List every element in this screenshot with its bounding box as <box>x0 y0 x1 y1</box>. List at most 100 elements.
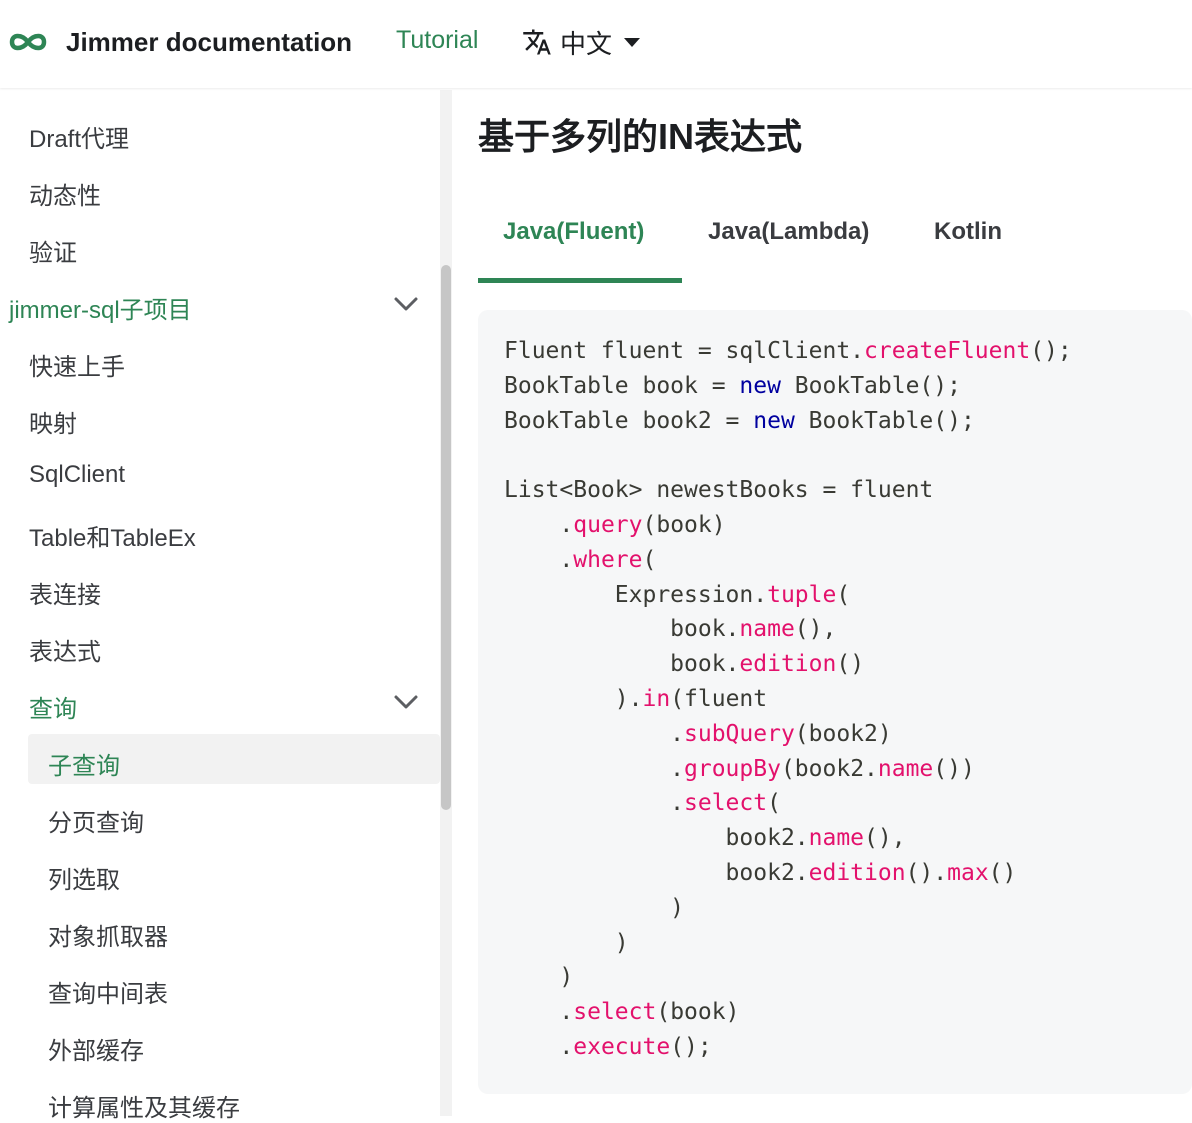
code-line: .query(book) <box>504 508 1072 543</box>
sidebar-item-dynamic[interactable]: 动态性 <box>29 176 101 211</box>
code-token-keyword: select <box>573 999 657 1026</box>
code-token-keyword: subQuery <box>684 720 795 747</box>
code-token-keyword: edition <box>808 859 906 886</box>
sidebar-item-draft-proxy[interactable]: Draft代理 <box>29 119 129 154</box>
code-token: book. <box>504 651 740 678</box>
jimmer-logo-icon <box>9 33 47 51</box>
sidebar-item-mapping[interactable]: 映射 <box>29 404 77 439</box>
code-token: () <box>988 859 1017 886</box>
code-token: BookTable book = <box>504 372 740 399</box>
code-token-keyword: select <box>684 790 768 817</box>
code-token: ( <box>642 546 657 573</box>
code-token-keyword: tuple <box>767 581 837 608</box>
sidebar-item-pagination[interactable]: 分页查询 <box>48 803 144 838</box>
code-token: ) <box>504 894 685 921</box>
chevron-down-icon[interactable] <box>393 694 419 710</box>
code-token: (book) <box>656 999 740 1026</box>
code-token: ) <box>504 929 629 956</box>
code-token-keyword: name <box>808 825 865 852</box>
code-line: .where( <box>504 543 1072 578</box>
code-line: book.edition() <box>504 647 1072 682</box>
code-token: List<Book> newestBooks = fluent <box>504 477 934 504</box>
code-line: BookTable book2 = new BookTable(); <box>504 404 1072 439</box>
sidebar-item-join[interactable]: 表连接 <box>29 575 101 610</box>
code-token: (); <box>1030 338 1072 364</box>
brand-title: Jimmer documentation <box>66 26 353 57</box>
code-line: book.name(), <box>504 612 1072 647</box>
code-line: BookTable book = new BookTable(); <box>504 369 1072 404</box>
sidebar-item-column-select[interactable]: 列选取 <box>48 860 120 895</box>
translate-icon <box>523 29 551 55</box>
sidebar-item-subquery[interactable]: 子查询 <box>48 746 120 781</box>
code-token: (), <box>794 616 837 643</box>
code-token: (book2) <box>794 720 892 747</box>
code-token-keyword: edition <box>739 651 837 678</box>
code-token: BookTable(); <box>794 407 975 434</box>
code-token-keyword: in <box>642 685 671 712</box>
code-token: () <box>836 651 865 678</box>
sidebar-item-sqlclient[interactable]: SqlClient <box>29 461 125 489</box>
code-line: .execute(); <box>504 1030 1072 1065</box>
nav-link-tutorial[interactable]: Tutorial <box>396 26 478 55</box>
code-line: .groupBy(book2.name()) <box>504 752 1072 787</box>
code-token: (). <box>905 859 948 886</box>
code-line: .select( <box>504 786 1072 821</box>
code-token: Fluent fluent = sqlClient. <box>504 338 865 364</box>
sidebar-item-calculated-props[interactable]: 计算属性及其缓存 <box>48 1088 240 1123</box>
code-line: Expression.tuple( <box>504 578 1072 613</box>
code-line: List<Book> newestBooks = fluent <box>504 473 1072 508</box>
code-token: BookTable(); <box>780 372 961 399</box>
code-token-keyword: where <box>573 546 643 573</box>
code-token: ). <box>504 685 643 712</box>
language-dropdown[interactable]: 中文 <box>522 24 641 60</box>
language-label: 中文 <box>560 28 613 59</box>
code-token: (); <box>670 1033 712 1060</box>
code-line: ) <box>504 960 1072 995</box>
code-line: book2.name(), <box>504 821 1072 856</box>
code-content: Fluent fluent = sqlClient.createFluent()… <box>504 334 1072 1065</box>
code-line: .select(book) <box>504 995 1072 1030</box>
code-token-keyword: new <box>753 407 795 434</box>
page-title: 基于多列的IN表达式 <box>478 116 803 157</box>
code-token: . <box>504 720 685 747</box>
sidebar-item-quick-start[interactable]: 快速上手 <box>29 347 125 382</box>
code-token: . <box>504 999 574 1026</box>
code-line: .subQuery(book2) <box>504 717 1072 752</box>
sidebar-item-object-fetcher[interactable]: 对象抓取器 <box>48 917 168 952</box>
code-token: book2. <box>504 859 809 886</box>
code-token: . <box>504 511 574 538</box>
code-token: book2. <box>504 825 809 852</box>
code-token-keyword: query <box>573 511 643 538</box>
code-token: Expression. <box>504 581 768 608</box>
code-token-keyword: execute <box>573 1033 671 1060</box>
code-token: book. <box>504 616 740 643</box>
sidebar-item-validation[interactable]: 验证 <box>29 233 77 268</box>
sidebar-item-middle-table[interactable]: 查询中间表 <box>48 974 168 1009</box>
sidebar-scrollbar-thumb[interactable] <box>441 265 451 810</box>
code-token: . <box>504 790 685 817</box>
code-token-keyword: createFluent <box>864 338 1031 364</box>
code-token: (), <box>864 825 906 852</box>
code-token: ( <box>836 581 851 608</box>
code-token: (book) <box>642 511 726 538</box>
brand-link[interactable]: Jimmer documentation <box>8 22 352 62</box>
tab-java-fluent[interactable]: Java(Fluent) <box>503 218 644 246</box>
sidebar-category-jimmer-sql[interactable]: jimmer-sql子项目 <box>9 290 192 325</box>
chevron-down-icon[interactable] <box>393 296 419 312</box>
sidebar-item-expression[interactable]: 表达式 <box>29 632 101 667</box>
tab-kotlin[interactable]: Kotlin <box>934 218 1002 246</box>
sidebar-item-table[interactable]: Table和TableEx <box>29 518 196 553</box>
caret-down-icon <box>624 37 641 47</box>
code-line: ) <box>504 926 1072 961</box>
sidebar-item-external-cache[interactable]: 外部缓存 <box>48 1031 144 1066</box>
code-line: ) <box>504 891 1072 926</box>
sidebar-category-query[interactable]: 查询 <box>29 689 77 724</box>
tab-java-lambda[interactable]: Java(Lambda) <box>708 218 869 246</box>
code-token: ()) <box>933 755 975 782</box>
code-token: . <box>504 546 574 573</box>
code-token-keyword: max <box>947 859 989 886</box>
code-token: ( <box>767 790 781 817</box>
code-token-keyword: name <box>739 616 795 643</box>
code-token: (fluent <box>670 685 768 712</box>
